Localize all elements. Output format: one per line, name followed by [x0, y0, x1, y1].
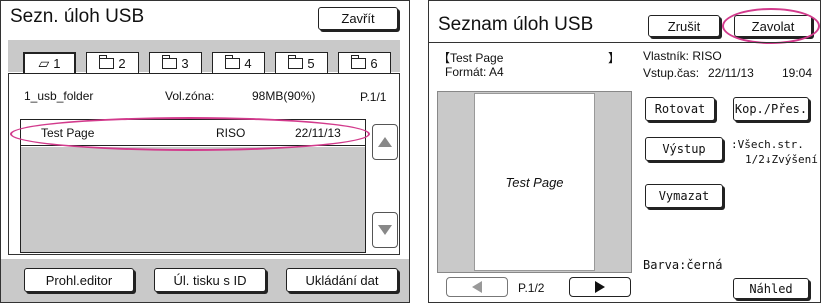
editor-button[interactable]: Prohl.editor	[24, 268, 134, 292]
id-print-button[interactable]: Úl. tisku s ID	[154, 268, 266, 292]
tab-label: 2	[118, 55, 126, 71]
tab-folder-6[interactable]: 6	[338, 52, 391, 74]
owner-info: Vlastník: RISO	[643, 49, 722, 63]
free-zone-value: 98MB(90%)	[252, 89, 316, 103]
output-order: 1/2↓Zvýšení	[745, 153, 818, 166]
close-button[interactable]: Zavřít	[318, 7, 398, 30]
store-data-button[interactable]: Ukládání dat	[286, 268, 398, 292]
right-title: Seznam úloh USB	[438, 14, 594, 35]
header-divider	[429, 42, 820, 43]
left-title: Sezn. úloh USB	[10, 6, 145, 27]
tab-label: 4	[244, 55, 252, 71]
cancel-button[interactable]: Zrušit	[648, 15, 720, 37]
format-info: Formát: A4	[445, 65, 504, 79]
folder-icon	[162, 54, 178, 69]
delete-button[interactable]: Vymazat	[645, 184, 723, 208]
input-time-date: 22/11/13	[708, 66, 754, 80]
tab-label: 1	[53, 56, 61, 71]
right-triangle-icon	[595, 281, 605, 293]
tab-label: 6	[370, 55, 378, 71]
color-info: Barva:černá	[643, 258, 723, 272]
scroll-down-button[interactable]	[372, 212, 398, 248]
folder-icon	[288, 54, 304, 69]
empty-list-area	[21, 147, 365, 252]
tab-folder-4[interactable]: 4	[212, 52, 265, 74]
folder-icon	[99, 54, 115, 69]
tab-label: 5	[307, 55, 315, 71]
page-indicator: P.1/1	[360, 90, 387, 104]
tab-label: 3	[181, 55, 189, 71]
document-name-bracket: 】	[608, 51, 621, 65]
output-pages: :Všech.str.	[731, 138, 804, 151]
next-page-button[interactable]	[569, 277, 631, 297]
folder-open-icon: ▱	[38, 55, 50, 71]
highlight-ellipse	[722, 8, 820, 44]
input-time-label: Vstup.čas:	[643, 66, 700, 80]
free-zone-label: Vol.zóna:	[165, 89, 215, 103]
preview-page: Test Page	[474, 93, 595, 271]
left-triangle-icon	[472, 281, 482, 293]
copy-move-button[interactable]: Kop./Přes.	[733, 97, 809, 121]
highlight-ellipse	[10, 117, 370, 151]
output-button[interactable]: Výstup	[645, 137, 723, 161]
preview-text: Test Page	[505, 174, 564, 190]
tab-folder-1[interactable]: ▱ 1	[23, 52, 76, 74]
up-arrow-icon	[378, 137, 392, 147]
scroll-up-button[interactable]	[372, 124, 398, 160]
folder-name: 1_usb_folder	[24, 89, 94, 103]
prev-page-button[interactable]	[446, 277, 508, 297]
folder-icon	[351, 54, 367, 69]
rotate-button[interactable]: Rotovat	[645, 97, 715, 121]
input-time-time: 19:04	[782, 66, 813, 80]
folder-icon	[225, 54, 241, 69]
tab-folder-3[interactable]: 3	[149, 52, 202, 74]
tab-folder-2[interactable]: 2	[86, 52, 139, 74]
page-indicator: P.1/2	[518, 281, 545, 295]
tab-folder-5[interactable]: 5	[275, 52, 328, 74]
down-arrow-icon	[378, 225, 392, 235]
document-name: 【Test Page	[438, 51, 504, 65]
preview-button[interactable]: Náhled	[733, 278, 809, 299]
